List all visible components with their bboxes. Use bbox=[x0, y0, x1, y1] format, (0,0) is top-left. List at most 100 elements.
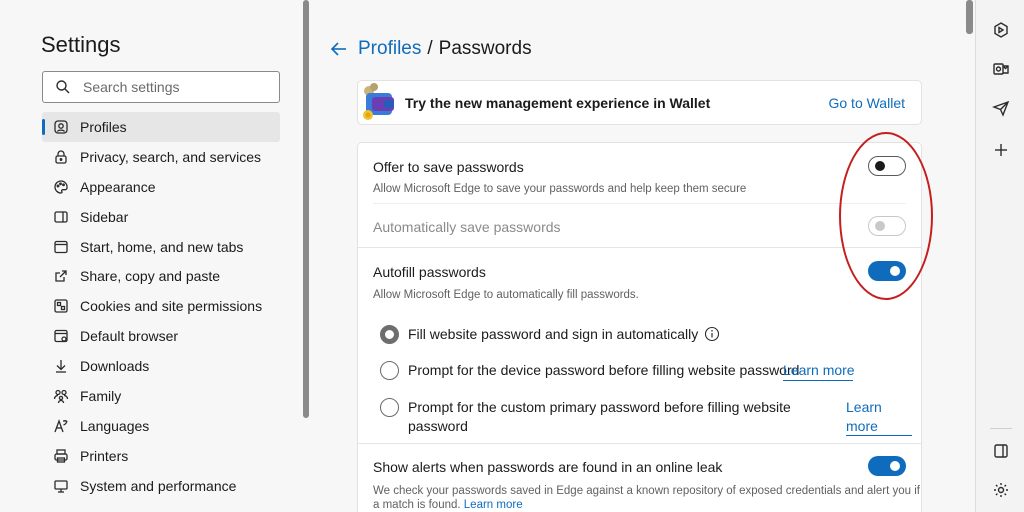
send-icon bbox=[992, 100, 1010, 117]
primary-password-learn-link-line1[interactable]: Learn bbox=[846, 398, 882, 417]
search-box[interactable] bbox=[42, 71, 280, 103]
add-button[interactable] bbox=[989, 138, 1013, 162]
system-icon bbox=[52, 477, 70, 495]
printer-icon bbox=[52, 447, 70, 465]
send-button[interactable] bbox=[989, 96, 1013, 120]
passwords-settings-card: Offer to save passwords Allow Microsoft … bbox=[358, 143, 921, 512]
divider bbox=[358, 443, 921, 444]
primary-password-learn-link-line2[interactable]: more bbox=[846, 417, 878, 436]
auto-save-toggle bbox=[868, 216, 906, 236]
wallet-banner: Try the new management experience in Wal… bbox=[358, 81, 921, 124]
sidebar-divider bbox=[990, 428, 1012, 429]
link-underline bbox=[846, 435, 912, 436]
cookie-icon bbox=[52, 297, 70, 315]
nav-label: Privacy, search, and services bbox=[80, 148, 262, 165]
sidebar-icon bbox=[52, 208, 70, 226]
primary-password-label-line1: Prompt for the custom primary password b… bbox=[408, 399, 791, 415]
outlook-icon bbox=[993, 63, 1009, 75]
nav-item-share-copy[interactable]: Share, copy and paste bbox=[42, 261, 280, 291]
settings-title: Settings bbox=[41, 32, 121, 57]
offer-save-toggle[interactable] bbox=[868, 156, 906, 176]
leak-alerts-desc-line2: a match is found. Learn more bbox=[373, 499, 523, 511]
nav-label: Share, copy and paste bbox=[80, 268, 221, 285]
leak-alerts-title: Show alerts when passwords are found in … bbox=[373, 459, 723, 475]
toggle-knob bbox=[890, 266, 900, 276]
nav-label: System and performance bbox=[80, 477, 237, 494]
sidebar-settings-button[interactable] bbox=[989, 478, 1013, 502]
copilot-icon bbox=[994, 22, 1008, 38]
search-icon bbox=[56, 80, 70, 94]
share-icon bbox=[52, 267, 70, 285]
nav-item-family[interactable]: Family bbox=[42, 381, 280, 411]
nav-item-cookies[interactable]: Cookies and site permissions bbox=[42, 291, 280, 321]
wallet-banner-text: Try the new management experience in Wal… bbox=[405, 94, 711, 111]
download-icon bbox=[52, 357, 70, 375]
nav-item-printers[interactable]: Printers bbox=[42, 441, 280, 471]
toggle-knob bbox=[875, 221, 885, 231]
nav-item-start-home[interactable]: Start, home, and new tabs bbox=[42, 232, 280, 262]
wallet-illustration-icon bbox=[358, 81, 402, 124]
breadcrumb-profiles-link[interactable]: Profiles bbox=[358, 38, 421, 60]
search-input[interactable] bbox=[83, 79, 273, 95]
nav-item-privacy[interactable]: Privacy, search, and services bbox=[42, 142, 280, 172]
link-underline bbox=[783, 380, 853, 381]
page-title: Passwords bbox=[438, 38, 532, 59]
edge-sidebar bbox=[975, 0, 1024, 512]
leak-alerts-toggle[interactable] bbox=[868, 456, 906, 476]
settings-nav: Settings Profiles Privacy, search, and s… bbox=[0, 0, 300, 512]
nav-item-appearance[interactable]: Appearance bbox=[42, 172, 280, 202]
nav-item-profiles[interactable]: Profiles bbox=[42, 112, 280, 142]
nav-label: Profiles bbox=[80, 118, 127, 135]
lock-icon bbox=[52, 148, 70, 166]
nav-item-system[interactable]: System and performance bbox=[42, 471, 280, 501]
autofill-desc: Allow Microsoft Edge to automatically fi… bbox=[373, 289, 639, 301]
device-password-radio[interactable] bbox=[380, 361, 399, 380]
auto-save-title: Automatically save passwords bbox=[373, 219, 561, 235]
nav-item-default-browser[interactable]: Default browser bbox=[42, 321, 280, 351]
browser-icon bbox=[52, 327, 70, 345]
nav-label: Sidebar bbox=[80, 208, 129, 225]
nav-scrollbar[interactable] bbox=[303, 0, 309, 418]
primary-password-radio[interactable] bbox=[380, 398, 399, 417]
info-icon[interactable] bbox=[704, 326, 720, 342]
leak-alerts-learn-more-link[interactable]: Learn more bbox=[464, 499, 523, 511]
fill-auto-radio[interactable] bbox=[380, 325, 399, 344]
divider bbox=[358, 247, 921, 248]
offer-save-desc: Allow Microsoft Edge to save your passwo… bbox=[373, 183, 747, 195]
sidebar-panel-icon bbox=[994, 444, 1008, 458]
leak-alerts-desc-line1: We check your passwords saved in Edge ag… bbox=[373, 485, 920, 497]
nav-label: Languages bbox=[80, 417, 150, 434]
autofill-title: Autofill passwords bbox=[373, 264, 486, 280]
nav-label: Default browser bbox=[80, 328, 179, 345]
device-password-label: Prompt for the device password before fi… bbox=[408, 362, 800, 378]
fill-auto-label: Fill website password and sign in automa… bbox=[408, 325, 720, 344]
leak-alerts-desc-text: a match is found. bbox=[373, 499, 461, 511]
toggle-knob bbox=[890, 461, 900, 471]
main-content: Profiles / Passwords Try the new managem… bbox=[312, 0, 962, 512]
primary-password-label-line2: password bbox=[408, 418, 468, 434]
nav-label: Start, home, and new tabs bbox=[80, 238, 244, 255]
copilot-button[interactable] bbox=[989, 18, 1013, 42]
breadcrumb-separator: / bbox=[427, 38, 433, 59]
family-icon bbox=[52, 387, 70, 405]
gear-icon bbox=[994, 483, 1008, 497]
profile-icon bbox=[52, 118, 70, 136]
hide-sidebar-button[interactable] bbox=[989, 439, 1013, 463]
go-to-wallet-link[interactable]: Go to Wallet bbox=[828, 95, 905, 111]
nav-label: Cookies and site permissions bbox=[80, 298, 263, 315]
fill-auto-text: Fill website password and sign in automa… bbox=[408, 326, 699, 342]
nav-label: Family bbox=[80, 387, 122, 404]
nav-item-languages[interactable]: Languages bbox=[42, 411, 280, 441]
autofill-toggle[interactable] bbox=[868, 261, 906, 281]
back-arrow-icon[interactable] bbox=[328, 38, 350, 60]
nav-item-downloads[interactable]: Downloads bbox=[42, 351, 280, 381]
divider bbox=[373, 203, 906, 204]
breadcrumb: Profiles / Passwords bbox=[328, 38, 532, 60]
nav-label: Printers bbox=[80, 447, 129, 464]
content-scrollbar[interactable] bbox=[966, 0, 973, 34]
home-icon bbox=[52, 238, 70, 256]
plus-icon bbox=[995, 144, 1007, 156]
device-password-learn-more-link[interactable]: Learn more bbox=[783, 361, 855, 380]
nav-item-sidebar[interactable]: Sidebar bbox=[42, 202, 280, 232]
outlook-button[interactable] bbox=[989, 57, 1013, 81]
